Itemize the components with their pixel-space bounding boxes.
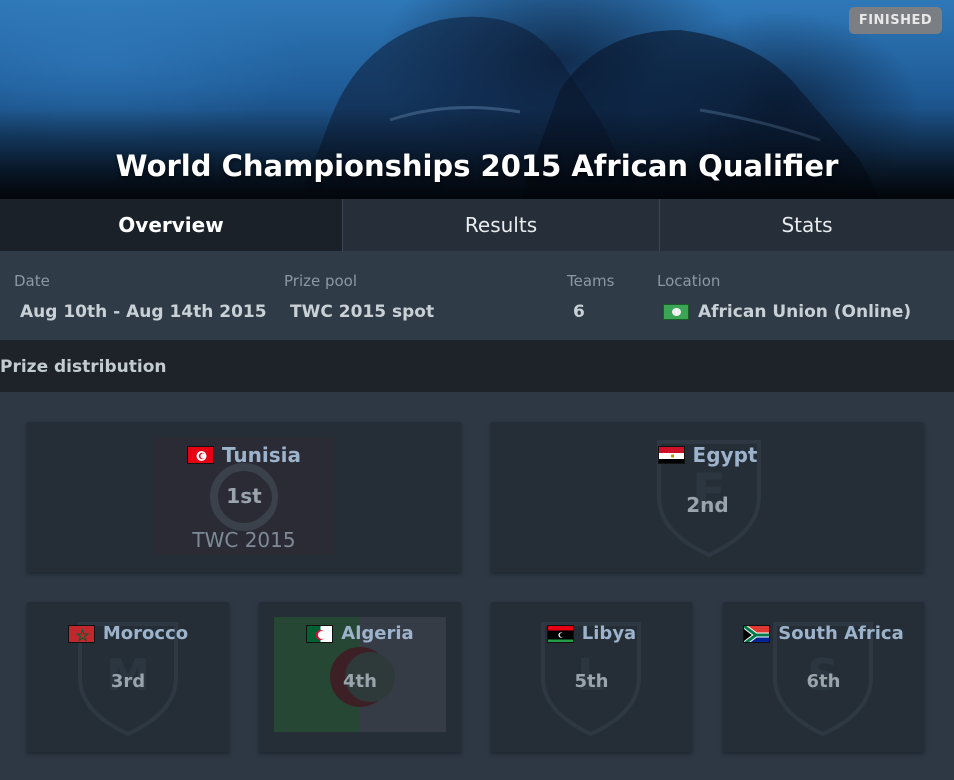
section-title: Prize distribution <box>0 356 167 377</box>
prize-pool-info: Prize pool TWC 2015 spot <box>284 272 434 322</box>
placement-label: 3rd <box>110 671 146 692</box>
placement-card-1st[interactable]: Tunisia 1st TWC 2015 <box>27 422 461 572</box>
date-info: Date Aug 10th - Aug 14th 2015 <box>14 272 267 322</box>
prize-distribution-header: Prize distribution <box>0 341 954 392</box>
prize-pool-label: Prize pool <box>284 272 358 290</box>
prize-distribution-grid: Tunisia 1st TWC 2015 E Egypt 2nd M Moroc… <box>0 392 954 780</box>
location-info: Location African Union (Online) <box>657 272 911 322</box>
south-africa-flag-icon <box>743 624 771 643</box>
african-union-flag-icon <box>663 304 689 320</box>
placement-card-5th[interactable]: L Libya 5th <box>491 602 692 752</box>
placement-label: 2nd <box>686 493 729 517</box>
location-label: Location <box>657 272 721 290</box>
event-tabs: Overview Results Stats <box>0 199 954 251</box>
placement-card-6th[interactable]: S South Africa 6th <box>723 602 924 752</box>
teams-info: Teams 6 <box>567 272 614 322</box>
prize-pool-value: TWC 2015 spot <box>290 302 435 322</box>
teams-label: Teams <box>567 272 615 290</box>
tab-stats[interactable]: Stats <box>659 199 954 251</box>
date-value: Aug 10th - Aug 14th 2015 <box>20 302 267 322</box>
team-name[interactable]: Morocco <box>103 623 188 644</box>
date-label: Date <box>14 272 50 290</box>
tab-results[interactable]: Results <box>342 199 659 251</box>
event-title: World Championships 2015 African Qualifi… <box>115 149 839 183</box>
status-badge: FINISHED <box>849 7 942 34</box>
placement-card-2nd[interactable]: E Egypt 2nd <box>491 422 924 572</box>
placement-label: 1st <box>226 484 262 508</box>
libya-flag-icon <box>546 624 574 643</box>
placement-label: 4th <box>343 671 377 692</box>
tunisia-flag-icon <box>186 446 214 464</box>
placement-label: 5th <box>574 671 609 692</box>
location-value: African Union (Online) <box>698 302 912 322</box>
egypt-flag-icon <box>657 446 685 464</box>
placement-card-4th[interactable]: Algeria 4th <box>259 602 461 752</box>
team-name[interactable]: Tunisia <box>222 443 301 467</box>
team-name[interactable]: Egypt <box>693 443 758 467</box>
team-name[interactable]: South Africa <box>778 623 903 644</box>
placement-card-3rd[interactable]: M Morocco 3rd <box>27 602 229 752</box>
algeria-flag-icon <box>306 624 334 643</box>
team-name[interactable]: Algeria <box>341 623 413 644</box>
event-info-row: Date Aug 10th - Aug 14th 2015 Prize pool… <box>0 251 954 341</box>
teams-value: 6 <box>573 302 585 322</box>
event-hero-banner: World Championships 2015 African Qualifi… <box>0 0 954 199</box>
morocco-flag-icon <box>67 624 95 643</box>
team-name[interactable]: Libya <box>582 623 636 644</box>
placement-label: 6th <box>806 671 841 692</box>
tab-overview[interactable]: Overview <box>0 199 342 251</box>
prize-label: TWC 2015 <box>192 528 296 552</box>
